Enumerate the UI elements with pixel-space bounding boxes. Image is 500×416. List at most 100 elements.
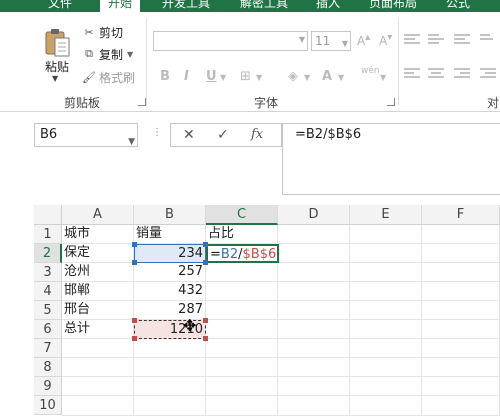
grid-cell[interactable] (422, 301, 500, 320)
grid-cell[interactable] (206, 320, 278, 339)
row-header-8[interactable]: 8 (34, 358, 62, 377)
chevron-down-icon[interactable]: ▼ (256, 73, 262, 82)
grid-cell[interactable] (134, 358, 206, 377)
row-header-9[interactable]: 9 (34, 377, 62, 396)
align-bottom-icon[interactable] (454, 34, 470, 48)
grid-cell[interactable] (134, 377, 206, 396)
grid-cell[interactable] (350, 396, 422, 416)
row-header-6[interactable]: 6 (34, 320, 62, 339)
row-header-1[interactable]: 1 (34, 225, 62, 244)
grid-cell[interactable] (422, 282, 500, 301)
decrease-font-icon[interactable]: A▾ (379, 32, 392, 48)
range-handle[interactable] (132, 242, 137, 247)
row-header-10[interactable]: 10 (34, 396, 62, 415)
column-header-d[interactable]: D (278, 205, 350, 225)
cell-a1[interactable]: 城市 (62, 225, 134, 244)
range-handle[interactable] (132, 336, 137, 341)
grid-cell[interactable] (350, 301, 422, 320)
range-handle[interactable] (203, 242, 208, 247)
align-top-icon[interactable] (404, 34, 420, 48)
tab-formulas[interactable]: 公式 (446, 0, 470, 12)
tab-developer[interactable]: 开发工具 (162, 0, 210, 12)
grid-cell[interactable] (350, 377, 422, 396)
grid-cell[interactable] (278, 225, 350, 244)
column-header-f[interactable]: F (422, 205, 500, 225)
borders-icon[interactable]: ⊞ (240, 69, 251, 84)
column-header-a[interactable]: A (62, 205, 134, 225)
chevron-down-icon[interactable]: ▼ (338, 73, 344, 82)
column-header-b[interactable]: B (134, 205, 206, 225)
bold-icon[interactable]: B (160, 69, 170, 84)
enter-icon[interactable]: ✓ (217, 127, 229, 143)
format-painter-button[interactable]: 🖌 格式刷 (82, 69, 135, 85)
cell-a6[interactable]: 总计 (62, 320, 134, 339)
grid-cell[interactable] (206, 301, 278, 320)
increase-font-icon[interactable]: A▴ (357, 32, 370, 48)
grid-cell[interactable] (350, 320, 422, 339)
grid-cell[interactable] (350, 225, 422, 244)
grid-cell[interactable] (206, 358, 278, 377)
tab-home[interactable]: 开始 (100, 0, 141, 12)
font-color-icon[interactable]: A (322, 69, 332, 84)
dialog-launcher-icon[interactable] (138, 98, 146, 106)
grid-cell[interactable] (134, 339, 206, 358)
grid-cell[interactable] (62, 396, 134, 416)
cell-b4[interactable]: 432 (134, 282, 206, 301)
align-right-icon[interactable] (454, 68, 470, 82)
fill-color-icon[interactable]: ◈ (288, 69, 298, 84)
grid-cell[interactable] (134, 396, 206, 416)
insert-function-icon[interactable]: fx (251, 127, 263, 142)
chevron-down-icon[interactable]: ▼ (342, 35, 348, 53)
grid-cell[interactable] (278, 263, 350, 282)
range-handle[interactable] (203, 318, 208, 323)
grid-cell[interactable] (206, 282, 278, 301)
italic-icon[interactable]: I (184, 69, 189, 84)
row-header-7[interactable]: 7 (34, 339, 62, 358)
cancel-icon[interactable]: ✕ (183, 127, 195, 143)
grid-cell[interactable] (350, 244, 422, 263)
grid-cell[interactable] (278, 282, 350, 301)
range-handle[interactable] (203, 260, 208, 265)
row-header-2[interactable]: 2 (34, 244, 62, 263)
chevron-down-icon[interactable]: ▼ (128, 131, 135, 153)
tab-file[interactable]: 文件 (48, 0, 72, 12)
grid-cell[interactable] (278, 244, 350, 263)
grid-cell[interactable] (350, 282, 422, 301)
chevron-down-icon[interactable]: ▼ (52, 74, 58, 83)
grid-cell[interactable] (278, 358, 350, 377)
column-header-c[interactable]: C (206, 205, 278, 225)
grid-cell[interactable] (422, 396, 500, 416)
indent-icon[interactable] (480, 68, 496, 82)
grid-cell[interactable] (422, 244, 500, 263)
chevron-down-icon[interactable]: ▼ (299, 35, 305, 44)
grid-cell[interactable] (350, 339, 422, 358)
grid-cell[interactable] (62, 358, 134, 377)
chevron-down-icon[interactable]: ▼ (220, 73, 226, 82)
cell-c2-editing[interactable]: =B2/$B$6 (206, 244, 279, 263)
column-header-e[interactable]: E (350, 205, 422, 225)
grid-cell[interactable] (206, 396, 278, 416)
underline-icon[interactable]: U (206, 69, 217, 84)
grid-cell[interactable] (206, 339, 278, 358)
grid-cell[interactable] (422, 225, 500, 244)
range-handle[interactable] (203, 336, 208, 341)
font-name-select[interactable]: ▼ (153, 31, 308, 51)
cell-a4[interactable]: 邯郸 (62, 282, 134, 301)
range-handle[interactable] (132, 318, 137, 323)
grid-cell[interactable] (350, 358, 422, 377)
orientation-icon[interactable] (480, 34, 496, 48)
chevron-down-icon[interactable]: ▼ (380, 73, 386, 82)
chevron-down-icon[interactable]: ▼ (304, 73, 310, 82)
cell-a5[interactable]: 邢台 (62, 301, 134, 320)
align-center-icon[interactable] (428, 68, 444, 82)
grid-cell[interactable] (206, 377, 278, 396)
row-header-4[interactable]: 4 (34, 282, 62, 301)
dialog-launcher-icon[interactable] (387, 98, 395, 106)
chevron-down-icon[interactable]: ▼ (127, 50, 133, 59)
font-size-select[interactable]: 11 ▼ (311, 31, 351, 51)
grid-cell[interactable] (278, 339, 350, 358)
paste-button[interactable]: 粘贴 (45, 58, 69, 75)
grid-cell[interactable] (278, 396, 350, 416)
grid-cell[interactable] (278, 320, 350, 339)
phonetic-guide-icon[interactable]: wén (361, 66, 380, 76)
